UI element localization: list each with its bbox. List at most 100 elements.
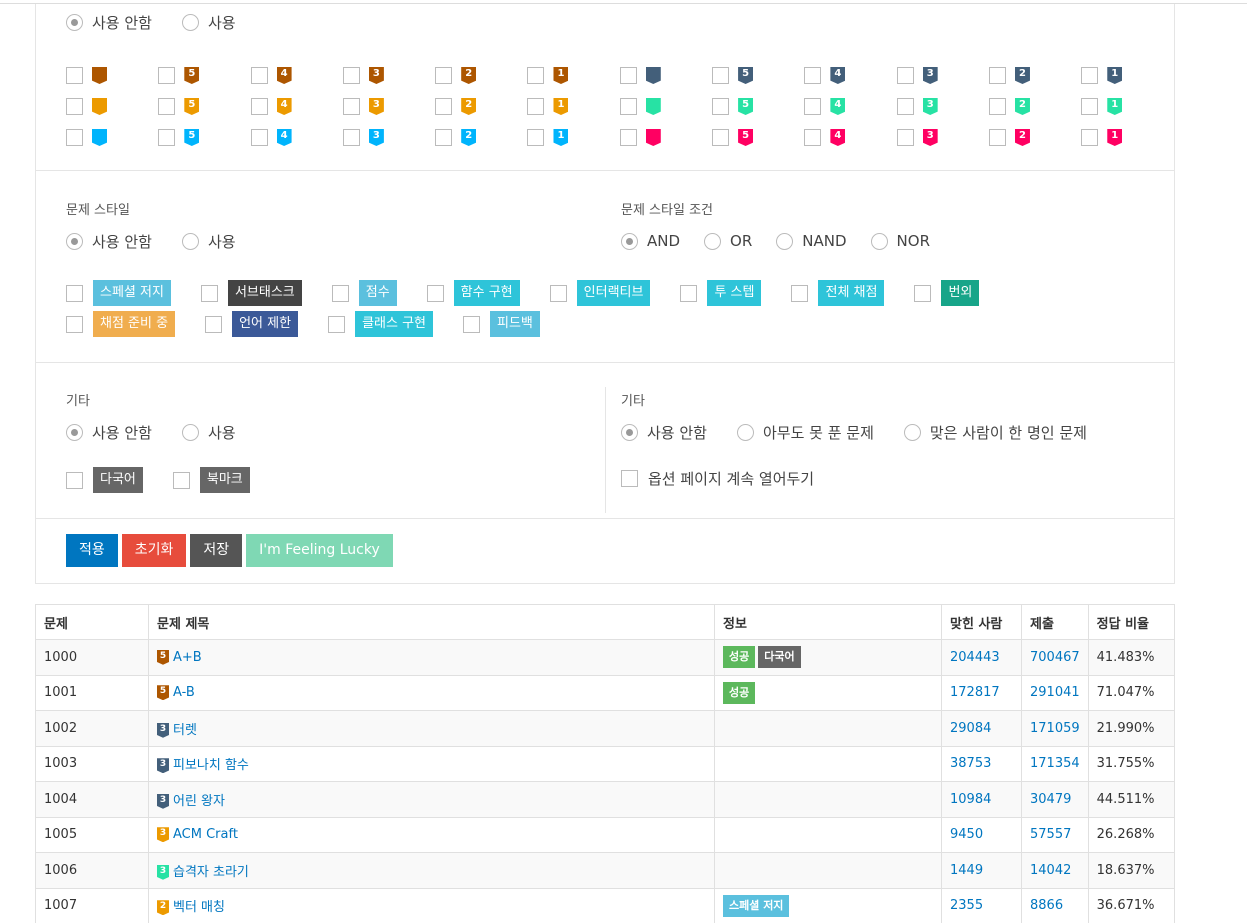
- tier-option[interactable]: 1: [1081, 98, 1173, 115]
- feeling-lucky-button[interactable]: I'm Feeling Lucky: [246, 534, 393, 567]
- tier-option[interactable]: 3: [896, 129, 989, 146]
- solved-count-link[interactable]: 1449: [950, 863, 983, 878]
- style-tag-option[interactable]: 인터랙티브: [549, 280, 651, 306]
- col-header-info[interactable]: 정보: [714, 604, 942, 640]
- checkbox[interactable]: [328, 315, 346, 333]
- style-tag-option[interactable]: 투 스텝: [680, 280, 762, 306]
- tier-radio-off[interactable]: 사용 안함: [66, 12, 152, 33]
- checkbox[interactable]: [158, 98, 176, 115]
- tier-option[interactable]: 4: [804, 67, 896, 84]
- tier-option[interactable]: 4: [250, 98, 343, 115]
- checkbox[interactable]: [158, 129, 176, 146]
- solved-count-link[interactable]: 38753: [950, 756, 991, 771]
- solved-count-link[interactable]: 29084: [950, 721, 991, 736]
- submit-count-link[interactable]: 8866: [1030, 898, 1063, 913]
- tier-option[interactable]: 5: [158, 67, 250, 84]
- reset-button[interactable]: 초기화: [121, 534, 187, 567]
- tier-option[interactable]: 5: [712, 129, 804, 146]
- tier-option[interactable]: 4: [250, 67, 343, 84]
- style-tag-option[interactable]: 피드백: [463, 311, 540, 337]
- tier-option[interactable]: 1: [527, 98, 619, 115]
- checkbox[interactable]: [250, 98, 268, 115]
- tier-option[interactable]: 4: [804, 129, 896, 146]
- tier-option[interactable]: 2: [988, 129, 1081, 146]
- style-tag-option[interactable]: 함수 구현: [426, 280, 520, 306]
- solved-count-link[interactable]: 172817: [950, 685, 1000, 700]
- checkbox[interactable]: [712, 98, 730, 115]
- tier-option[interactable]: 2: [435, 98, 527, 115]
- checkbox[interactable]: [914, 284, 932, 302]
- checkbox[interactable]: [435, 67, 453, 84]
- checkbox[interactable]: [896, 67, 914, 84]
- condition-nand-radio[interactable]: NAND: [776, 232, 847, 250]
- checkbox[interactable]: [200, 284, 218, 302]
- tier-option[interactable]: [619, 98, 712, 115]
- style-tag-option[interactable]: 전체 채점: [791, 280, 885, 306]
- style-tag-option[interactable]: 번외: [914, 280, 980, 306]
- tier-option[interactable]: 5: [712, 67, 804, 84]
- tier-option[interactable]: 5: [712, 98, 804, 115]
- submit-count-link[interactable]: 171059: [1030, 721, 1080, 736]
- tier-option[interactable]: 1: [1081, 129, 1173, 146]
- checkbox[interactable]: [988, 67, 1006, 84]
- checkbox[interactable]: [66, 98, 83, 115]
- problem-title-link[interactable]: 피보나치 함수: [173, 758, 249, 773]
- problem-title-link[interactable]: A-B: [173, 685, 195, 700]
- col-header-id[interactable]: 문제: [35, 604, 149, 640]
- tier-option[interactable]: 1: [527, 129, 619, 146]
- submit-count-link[interactable]: 291041: [1030, 685, 1080, 700]
- style-radio-off[interactable]: 사용 안함: [66, 231, 152, 252]
- checkbox[interactable]: [804, 129, 822, 146]
- checkbox[interactable]: [158, 67, 176, 84]
- tier-option[interactable]: 3: [342, 129, 435, 146]
- tier-option[interactable]: 5: [158, 98, 250, 115]
- tier-option[interactable]: [66, 67, 158, 84]
- checkbox[interactable]: [172, 471, 190, 489]
- checkbox[interactable]: [426, 284, 444, 302]
- problem-title-link[interactable]: 벡터 매칭: [173, 900, 225, 915]
- checkbox[interactable]: [680, 284, 698, 302]
- style-tag-option[interactable]: 점수: [331, 280, 397, 306]
- checkbox[interactable]: [896, 98, 914, 115]
- tier-option[interactable]: 1: [1081, 67, 1173, 84]
- tier-option[interactable]: 4: [804, 98, 896, 115]
- solved-radio-nobody[interactable]: 아무도 못 푼 문제: [736, 422, 874, 443]
- checkbox[interactable]: [527, 67, 545, 84]
- checkbox[interactable]: [435, 98, 453, 115]
- tier-option[interactable]: 4: [250, 129, 343, 146]
- checkbox[interactable]: [66, 284, 83, 302]
- problem-title-link[interactable]: A+B: [173, 650, 202, 665]
- checkbox[interactable]: [331, 284, 349, 302]
- submit-count-link[interactable]: 700467: [1030, 650, 1080, 665]
- keep-open-option[interactable]: 옵션 페이지 계속 열어두기: [621, 468, 814, 489]
- solved-count-link[interactable]: 9450: [950, 827, 983, 842]
- solved-count-link[interactable]: 204443: [950, 650, 1000, 665]
- checkbox[interactable]: [896, 129, 914, 146]
- tier-option[interactable]: 2: [988, 98, 1081, 115]
- submit-count-link[interactable]: 171354: [1030, 756, 1080, 771]
- tier-option[interactable]: 2: [435, 67, 527, 84]
- tier-option[interactable]: 3: [896, 67, 989, 84]
- problem-title-link[interactable]: ACM Craft: [173, 827, 238, 842]
- checkbox[interactable]: [527, 98, 545, 115]
- tier-option[interactable]: 3: [342, 98, 435, 115]
- checkbox[interactable]: [250, 67, 268, 84]
- tier-option[interactable]: [619, 129, 712, 146]
- checkbox[interactable]: [66, 67, 83, 84]
- save-button[interactable]: 저장: [190, 534, 243, 567]
- checkbox[interactable]: [250, 129, 268, 146]
- etc-tag-bookmark[interactable]: 북마크: [172, 467, 250, 493]
- checkbox[interactable]: [619, 129, 637, 146]
- checkbox[interactable]: [712, 129, 730, 146]
- tier-option[interactable]: [619, 67, 712, 84]
- tier-option[interactable]: 1: [527, 67, 619, 84]
- condition-or-radio[interactable]: OR: [704, 232, 752, 250]
- problem-title-link[interactable]: 습격자 초라기: [173, 865, 249, 880]
- apply-button[interactable]: 적용: [66, 534, 118, 567]
- solved-radio-one[interactable]: 맞은 사람이 한 명인 문제: [903, 422, 1087, 443]
- checkbox[interactable]: [527, 129, 545, 146]
- tier-option[interactable]: 2: [988, 67, 1081, 84]
- col-header-title[interactable]: 문제 제목: [148, 604, 715, 640]
- tier-option[interactable]: [66, 98, 158, 115]
- tier-option[interactable]: 2: [435, 129, 527, 146]
